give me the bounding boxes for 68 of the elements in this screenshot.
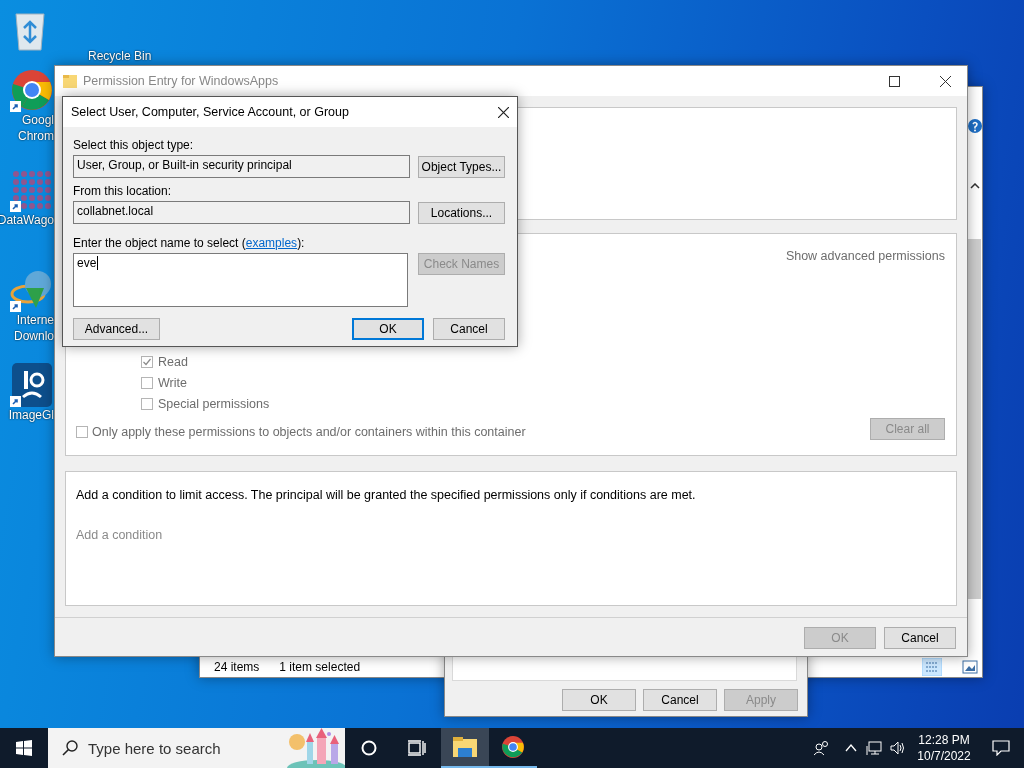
close-icon[interactable] [498, 106, 509, 118]
shortcut-arrow-icon [10, 396, 21, 407]
permission-label: Write [158, 376, 187, 390]
app-tile-icon [10, 363, 54, 407]
desktop-icon-label[interactable]: Chrom [18, 128, 54, 144]
chrome-icon [10, 68, 54, 112]
permission-label: Special permissions [158, 397, 270, 411]
desktop-icon-label[interactable]: Recycle Bin [0, 48, 152, 64]
clock-time[interactable]: 12:28 PM [918, 732, 970, 748]
object-name-field[interactable]: eve [73, 253, 408, 307]
scroll-up-icon[interactable] [969, 183, 980, 189]
shortcut-arrow-icon [10, 301, 21, 312]
window-title: Permission Entry for WindowsApps [83, 74, 280, 88]
desktop-icon-label[interactable]: ImageGl [8, 407, 54, 423]
status-text: 24 items [214, 660, 260, 674]
locations-button[interactable]: Locations... [418, 201, 505, 224]
notification-icon[interactable] [992, 740, 1010, 756]
chrome-icon [501, 735, 525, 759]
cortana-icon[interactable] [361, 740, 377, 756]
dialog-title: Select User, Computer, Service Account, or Group [71, 105, 350, 119]
object-type-field: User, Group, or Built-in security principal [73, 155, 410, 178]
desktop-icon-label[interactable]: Downlo [13, 328, 54, 344]
desktop-icon-label[interactable]: Googl [21, 112, 54, 128]
dialog-button[interactable]: OK [562, 689, 636, 711]
object-types-button[interactable]: Object Types... [418, 155, 505, 178]
windows-start-icon[interactable] [16, 740, 32, 756]
location-field: collabnet.local [73, 201, 410, 224]
checkbox[interactable] [76, 426, 88, 438]
help-icon[interactable] [967, 119, 982, 133]
condition-text: Add a condition to limit access. The principal will be granted the specified permissions only if conditions are met. [76, 488, 697, 502]
search-placeholder: Type here to search [88, 739, 221, 757]
shortcut-arrow-icon [10, 101, 21, 112]
status-text: 1 item selected [279, 660, 361, 674]
only-apply-label: Only apply these permissions to objects and/or containers within this container [92, 425, 526, 439]
field-label: From this location: [73, 184, 173, 198]
close-icon[interactable] [940, 75, 951, 87]
dialog-button[interactable]: OK [352, 318, 424, 340]
dialog-button[interactable]: Advanced... [73, 318, 160, 340]
show-advanced-link[interactable]: Show advanced permissions [785, 249, 945, 263]
field-label: Enter the object name to select (examples): [73, 236, 306, 250]
thumbnail-view-icon[interactable] [962, 660, 978, 674]
checkbox[interactable] [141, 398, 153, 410]
shortcut-arrow-icon [10, 201, 21, 212]
field-label: Select this object type: [73, 138, 195, 152]
search-box[interactable]: Type here to search [48, 728, 345, 768]
examples-link[interactable]: examples [245, 236, 298, 250]
volume-icon[interactable] [890, 740, 906, 756]
folder-icon [63, 74, 77, 88]
task-view-icon[interactable] [408, 740, 426, 756]
file-explorer-taskbar-button[interactable] [441, 728, 489, 768]
search-icon [62, 740, 78, 756]
add-condition-link[interactable]: Add a condition [76, 528, 946, 542]
checkbox[interactable] [141, 377, 153, 389]
permission-label: Read [158, 355, 188, 369]
scrollbar-thumb[interactable] [968, 239, 981, 599]
dialog-button[interactable]: Cancel [643, 689, 717, 711]
network-icon[interactable] [866, 740, 882, 756]
dialog-button[interactable]: Cancel [884, 627, 956, 649]
maximize-icon[interactable] [889, 75, 900, 87]
folder-icon [453, 737, 477, 757]
chevron-up-icon[interactable] [845, 744, 857, 752]
desktop-icon-label[interactable]: Interne [16, 312, 54, 328]
clock-date[interactable]: 10/7/2022 [917, 748, 971, 764]
checkbox[interactable] [141, 356, 153, 368]
lattice-icon [10, 168, 54, 212]
text-field[interactable] [452, 656, 797, 681]
dialog-button[interactable]: Cancel [433, 318, 505, 340]
people-icon[interactable] [814, 740, 830, 756]
